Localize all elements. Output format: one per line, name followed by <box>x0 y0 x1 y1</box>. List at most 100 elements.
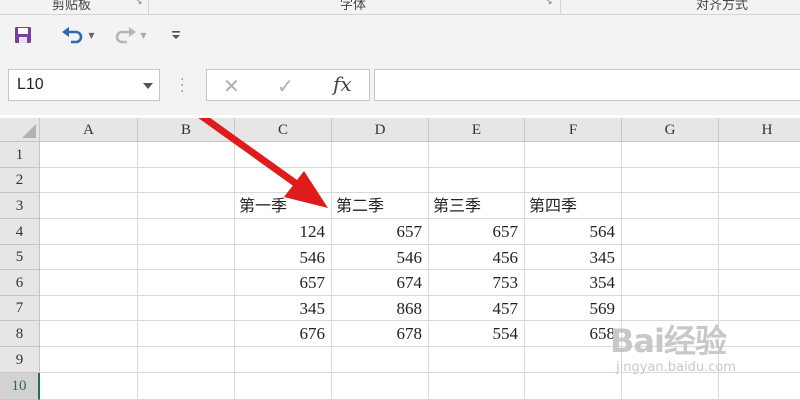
row-header-5[interactable]: 5 <box>0 245 40 270</box>
cell-C8[interactable]: 676 <box>235 321 332 347</box>
cell-F9[interactable] <box>525 347 622 373</box>
cell-F3[interactable]: 第四季 <box>525 193 622 219</box>
cell-F2[interactable] <box>525 168 622 193</box>
cell-E6[interactable]: 753 <box>429 270 525 296</box>
cell-C1[interactable] <box>235 142 332 168</box>
cell-E8[interactable]: 554 <box>429 321 525 347</box>
row-header-10[interactable]: 10 <box>0 373 40 400</box>
cell-A3[interactable] <box>40 193 138 219</box>
cell-D6[interactable]: 674 <box>332 270 429 296</box>
row-header-3[interactable]: 3 <box>0 193 40 219</box>
cell-A10[interactable] <box>40 373 138 400</box>
clipboard-launcher-icon[interactable]: ↘ <box>135 0 144 7</box>
cell-H5[interactable] <box>719 245 800 270</box>
column-header-E[interactable]: E <box>429 118 525 142</box>
cell-D10[interactable] <box>332 373 429 400</box>
cell-A4[interactable] <box>40 219 138 245</box>
cell-E9[interactable] <box>429 347 525 373</box>
cell-E5[interactable]: 456 <box>429 245 525 270</box>
cell-H7[interactable] <box>719 296 800 321</box>
cell-B1[interactable] <box>138 142 235 168</box>
cell-H8[interactable] <box>719 321 800 347</box>
undo-dropdown-icon[interactable]: ▼ <box>88 31 94 40</box>
row-header-4[interactable]: 4 <box>0 219 40 245</box>
column-header-C[interactable]: C <box>235 118 332 142</box>
cell-G5[interactable] <box>622 245 719 270</box>
cell-G7[interactable] <box>622 296 719 321</box>
row-header-1[interactable]: 1 <box>0 142 40 168</box>
cell-G1[interactable] <box>622 142 719 168</box>
cell-C4[interactable]: 124 <box>235 219 332 245</box>
row-header-8[interactable]: 8 <box>0 321 40 347</box>
cell-E7[interactable]: 457 <box>429 296 525 321</box>
cell-C7[interactable]: 345 <box>235 296 332 321</box>
column-header-G[interactable]: G <box>622 118 719 142</box>
cell-F7[interactable]: 569 <box>525 296 622 321</box>
cell-G8[interactable] <box>622 321 719 347</box>
undo-button[interactable]: ▼ <box>56 23 100 47</box>
cell-C5[interactable]: 546 <box>235 245 332 270</box>
formula-bar-grip-icon[interactable]: · · · <box>180 73 184 99</box>
cell-F10[interactable] <box>525 373 622 400</box>
cell-C2[interactable] <box>235 168 332 193</box>
row-header-6[interactable]: 6 <box>0 270 40 296</box>
cell-G2[interactable] <box>622 168 719 193</box>
redo-dropdown-icon[interactable]: ▼ <box>140 31 146 40</box>
cell-H10[interactable] <box>719 373 800 400</box>
cell-F5[interactable]: 345 <box>525 245 622 270</box>
save-button[interactable] <box>10 23 36 47</box>
cell-A6[interactable] <box>40 270 138 296</box>
cell-E4[interactable]: 657 <box>429 219 525 245</box>
cell-B6[interactable] <box>138 270 235 296</box>
cell-G10[interactable] <box>622 373 719 400</box>
cell-D8[interactable]: 678 <box>332 321 429 347</box>
cell-H6[interactable] <box>719 270 800 296</box>
name-box-dropdown-icon[interactable] <box>143 83 153 89</box>
cell-G9[interactable] <box>622 347 719 373</box>
cell-G6[interactable] <box>622 270 719 296</box>
cell-D5[interactable]: 546 <box>332 245 429 270</box>
cell-A1[interactable] <box>40 142 138 168</box>
cell-B2[interactable] <box>138 168 235 193</box>
cell-E10[interactable] <box>429 373 525 400</box>
cancel-icon[interactable]: ✕ <box>223 74 240 98</box>
cell-C10[interactable] <box>235 373 332 400</box>
cell-A8[interactable] <box>40 321 138 347</box>
column-header-D[interactable]: D <box>332 118 429 142</box>
column-header-F[interactable]: F <box>525 118 622 142</box>
enter-icon[interactable]: ✓ <box>277 74 294 98</box>
row-header-7[interactable]: 7 <box>0 296 40 321</box>
cell-E2[interactable] <box>429 168 525 193</box>
cell-D3[interactable]: 第二季 <box>332 193 429 219</box>
cell-C3[interactable]: 第一季 <box>235 193 332 219</box>
cell-B5[interactable] <box>138 245 235 270</box>
customize-qat-button[interactable] <box>168 23 184 47</box>
column-header-H[interactable]: H <box>719 118 800 142</box>
cell-B4[interactable] <box>138 219 235 245</box>
cell-D2[interactable] <box>332 168 429 193</box>
cell-E1[interactable] <box>429 142 525 168</box>
cell-H1[interactable] <box>719 142 800 168</box>
font-launcher-icon[interactable]: ↘ <box>545 0 554 7</box>
cell-B7[interactable] <box>138 296 235 321</box>
cell-C6[interactable]: 657 <box>235 270 332 296</box>
cell-E3[interactable]: 第三季 <box>429 193 525 219</box>
cell-H2[interactable] <box>719 168 800 193</box>
column-header-B[interactable]: B <box>138 118 235 142</box>
insert-function-button[interactable]: fx <box>333 72 352 96</box>
cell-G4[interactable] <box>622 219 719 245</box>
cell-C9[interactable] <box>235 347 332 373</box>
row-header-9[interactable]: 9 <box>0 347 40 373</box>
cell-A7[interactable] <box>40 296 138 321</box>
cell-A2[interactable] <box>40 168 138 193</box>
cell-H9[interactable] <box>719 347 800 373</box>
cell-D9[interactable] <box>332 347 429 373</box>
cell-H4[interactable] <box>719 219 800 245</box>
cell-A5[interactable] <box>40 245 138 270</box>
cell-D1[interactable] <box>332 142 429 168</box>
cell-D7[interactable]: 868 <box>332 296 429 321</box>
cell-B3[interactable] <box>138 193 235 219</box>
cell-A9[interactable] <box>40 347 138 373</box>
cell-F4[interactable]: 564 <box>525 219 622 245</box>
row-header-2[interactable]: 2 <box>0 168 40 193</box>
